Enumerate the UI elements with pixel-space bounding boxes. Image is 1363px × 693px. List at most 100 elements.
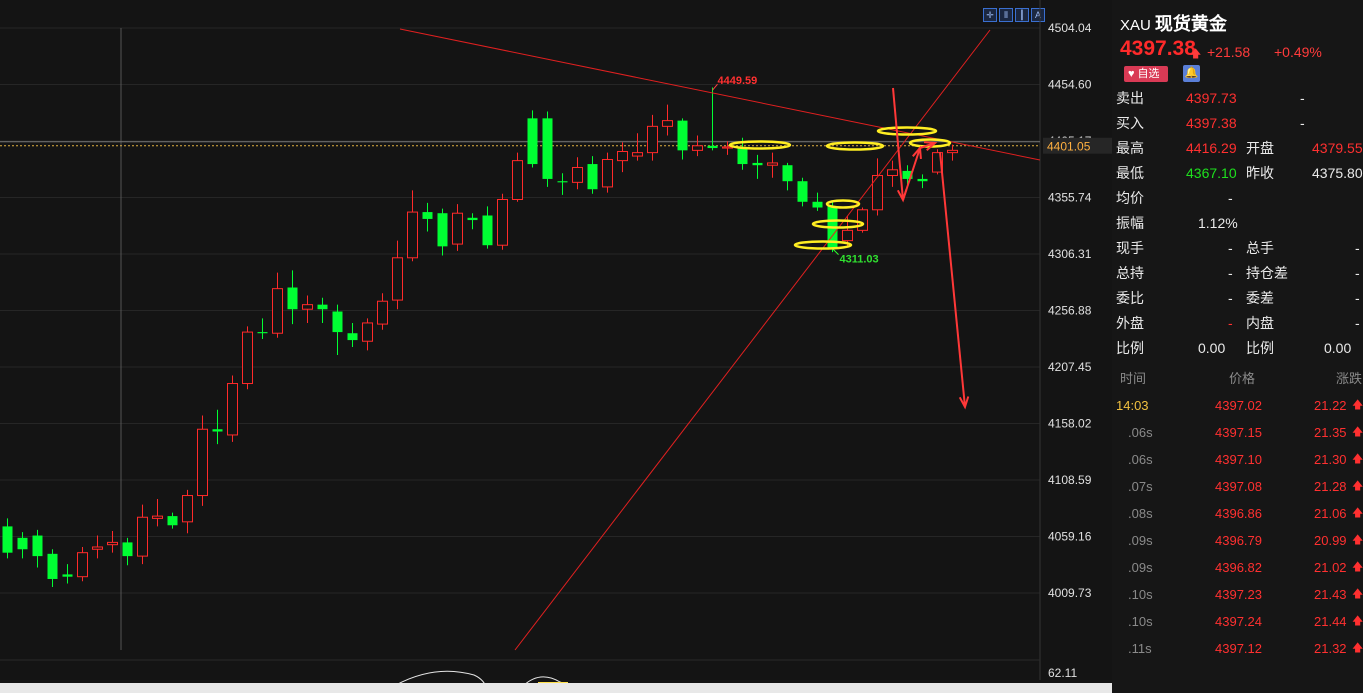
quote-label: 内盘 (1246, 315, 1274, 331)
candle-body (572, 166, 583, 183)
alert-bell-icon[interactable]: 🔔 (1183, 65, 1200, 82)
candle-body (512, 160, 523, 200)
highlight-ellipse (825, 199, 861, 209)
tick-change: 21.02 (1314, 560, 1347, 575)
quote-value: - (1228, 190, 1233, 206)
candle-body (647, 125, 658, 154)
quote-label: 委比 (1116, 290, 1144, 306)
candle-body (152, 515, 163, 519)
tick-row[interactable]: .10s 4397.24 21.44 🡅 (1112, 608, 1363, 635)
symbol-code: XAU (1120, 17, 1151, 34)
quote-value: 4379.55 (1312, 140, 1363, 156)
tick-change: 21.06 (1314, 506, 1347, 521)
candle-body (842, 229, 853, 242)
tick-change: 20.99 (1314, 533, 1347, 548)
quote-value: - (1355, 315, 1360, 331)
candle-body (107, 541, 118, 546)
last-price: 4397.38 (1120, 37, 1196, 60)
tick-price: 4397.08 (1215, 479, 1262, 494)
up-arrow-icon: 🡅 (1352, 507, 1363, 519)
candle-body (752, 162, 763, 166)
up-arrow-icon: 🡅 (1352, 399, 1363, 411)
candle-body (812, 201, 823, 208)
tick-time: .11s (1128, 641, 1152, 656)
quote-value: 0.00 (1198, 340, 1226, 356)
candle-body (92, 546, 103, 550)
up-arrow-icon: 🡅 (1352, 480, 1363, 492)
candle-body (677, 120, 688, 151)
quote-value: 4397.38 (1186, 115, 1237, 131)
candle-body (917, 178, 928, 182)
quote-value: 1.12% (1198, 215, 1238, 231)
quote-row: 比例 0.00 比例 0.00 (1112, 336, 1363, 361)
quote-row: 买入 4397.38 - (1112, 111, 1363, 136)
candlestick-chart[interactable]: ✛ ⫴ ┃ A 4504.044454.604405.174355.744306… (0, 0, 1112, 693)
candle-body (467, 217, 478, 221)
tick-change: 21.44 (1314, 614, 1347, 629)
quote-label: 振幅 (1116, 215, 1144, 231)
quote-value: - (1355, 265, 1360, 281)
y-tick-label: 4009.73 (1048, 586, 1092, 600)
quote-value: - (1228, 265, 1233, 281)
tick-row[interactable]: .11s 4397.12 21.32 🡅 (1112, 635, 1363, 662)
tick-price: 4396.79 (1215, 533, 1262, 548)
quote-value: 0.00 (1324, 340, 1352, 356)
y-tick-label: 4504.04 (1048, 21, 1092, 35)
quote-label: 外盘 (1116, 315, 1144, 331)
candle-body (197, 428, 208, 497)
watchlist-label: 自选 (1137, 68, 1160, 80)
tick-row[interactable]: .07s 4397.08 21.28 🡅 (1112, 473, 1363, 500)
quote-label: 买入 (1116, 115, 1144, 131)
trend-line-up (514, 29, 991, 651)
tick-price: 4397.02 (1215, 398, 1262, 413)
tick-price: 4397.24 (1215, 614, 1262, 629)
quote-row: 外盘 - 内盘 - (1112, 311, 1363, 336)
tick-row[interactable]: .10s 4397.23 21.43 🡅 (1112, 581, 1363, 608)
tick-header-price: 价格 (1229, 371, 1256, 386)
price-change-value: +21.58 (1207, 44, 1251, 60)
candle-body (452, 212, 463, 245)
candle-body (542, 118, 553, 179)
tick-row[interactable]: .06s 4397.15 21.35 🡅 (1112, 419, 1363, 446)
candle-body (407, 211, 418, 259)
tick-row[interactable]: .09s 4396.82 21.02 🡅 (1112, 554, 1363, 581)
current-price-label: 4401.05 (1047, 140, 1091, 154)
candle-body (767, 162, 778, 166)
up-arrow-icon: 🡅 (1190, 48, 1202, 60)
quote-value: 4375.80 (1312, 165, 1363, 181)
tick-price: 4397.10 (1215, 452, 1262, 467)
up-arrow-icon: 🡅 (1352, 534, 1363, 546)
tick-row[interactable]: .08s 4396.86 21.06 🡅 (1112, 500, 1363, 527)
y-tick-label: 4256.88 (1048, 304, 1092, 318)
highlight-ellipse (793, 240, 853, 250)
y-tick-label: 4059.16 (1048, 530, 1092, 544)
tick-time: .10s (1128, 587, 1153, 602)
up-arrow-icon: 🡅 (1352, 426, 1363, 438)
up-arrow-icon: 🡅 (1352, 453, 1363, 465)
candle-body (122, 542, 133, 557)
candle-body (2, 526, 13, 553)
tick-price: 4397.15 (1215, 425, 1262, 440)
candle-body (557, 181, 568, 183)
tick-change: 21.30 (1314, 452, 1347, 467)
tick-price: 4396.82 (1215, 560, 1262, 575)
tick-row[interactable]: .06s 4397.10 21.30 🡅 (1112, 446, 1363, 473)
tick-row[interactable]: .09s 4396.79 20.99 🡅 (1112, 527, 1363, 554)
watchlist-button[interactable]: ♥ 自选 (1124, 66, 1168, 82)
tick-time: 14:03 (1116, 398, 1149, 413)
y-tick-label: 4158.02 (1048, 417, 1092, 431)
tick-header: 时间 价格 涨跌 (1112, 364, 1363, 388)
candle-body (62, 574, 73, 577)
candle-body (497, 198, 508, 246)
quote-row: 最低 4367.10 昨收 4375.80 (1112, 161, 1363, 186)
tick-time: .06s (1128, 452, 1153, 467)
tick-row[interactable]: 14:03 4397.02 21.22 🡅 (1112, 392, 1363, 419)
quote-row: 委比 - 委差 - (1112, 286, 1363, 311)
status-bar (0, 683, 1112, 693)
symbol-name: 现货黄金 (1154, 14, 1227, 34)
quote-value: 4416.29 (1186, 140, 1237, 156)
quote-label: 总手 (1246, 240, 1274, 256)
tick-time: .09s (1128, 533, 1153, 548)
quote-row: 现手 - 总手 - (1112, 236, 1363, 261)
highlight-ellipse (728, 140, 792, 150)
